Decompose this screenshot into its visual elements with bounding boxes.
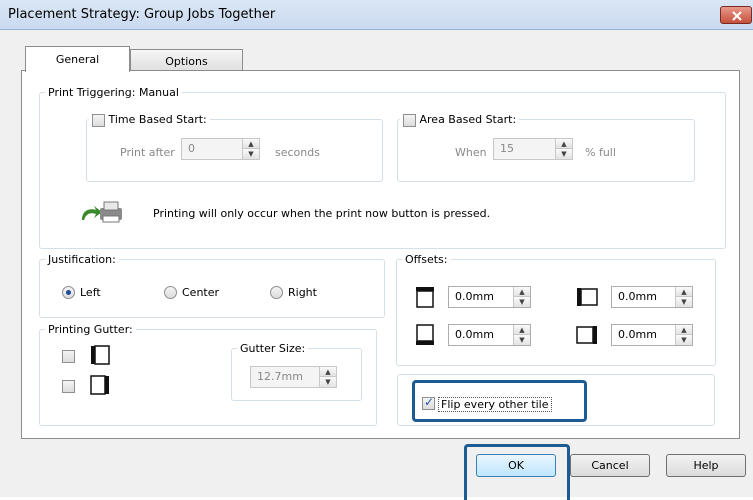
gutter-size-value: 12.7mm: [257, 370, 303, 383]
offsets-legend: Offsets:: [405, 253, 448, 266]
stepper-up-button[interactable]: ▲: [514, 287, 530, 297]
printing-gutter-legend: Printing Gutter:: [48, 323, 133, 336]
close-button[interactable]: [720, 6, 752, 24]
stepper-down-button[interactable]: ▼: [514, 335, 530, 345]
time-based-checkbox[interactable]: [92, 113, 105, 127]
when-label: When: [455, 146, 487, 159]
offset-left-stepper[interactable]: 0.0mm ▲ ▼: [611, 286, 693, 308]
stepper-buttons: ▲ ▼: [242, 139, 259, 159]
tab-general[interactable]: General: [25, 46, 130, 72]
gutter-right-checkbox[interactable]: [62, 380, 75, 393]
help-button[interactable]: Help: [666, 454, 746, 477]
justify-center-label: Center: [182, 286, 220, 299]
offset-right-stepper[interactable]: 0.0mm ▲ ▼: [611, 324, 693, 346]
offsets-group: Offsets:: [396, 253, 716, 366]
justify-right-label: Right: [288, 286, 317, 299]
area-percent-value: 15: [500, 142, 514, 155]
ok-button[interactable]: OK: [476, 454, 556, 477]
offset-right-value: 0.0mm: [618, 328, 657, 341]
gutter-left-icon: [91, 345, 110, 365]
stepper-down-button[interactable]: ▼: [243, 149, 259, 159]
gutter-right-icon: [90, 375, 109, 395]
stepper-up-button[interactable]: ▲: [320, 367, 336, 377]
area-percent-stepper[interactable]: 15 ▲ ▼: [493, 138, 573, 160]
justify-left-radio[interactable]: [62, 286, 75, 299]
stepper-buttons: ▲ ▼: [513, 287, 530, 307]
print-after-label: Print after: [120, 146, 175, 159]
print-after-stepper[interactable]: 0 ▲ ▼: [181, 138, 260, 160]
close-icon: [732, 11, 742, 21]
justification-legend: Justification:: [48, 253, 116, 266]
stepper-buttons: ▲ ▼: [513, 325, 530, 345]
stepper-up-button[interactable]: ▲: [556, 139, 572, 149]
gutter-size-legend: Gutter Size:: [240, 342, 306, 355]
flip-checkbox[interactable]: [422, 395, 435, 410]
offset-bottom-value: 0.0mm: [455, 328, 494, 341]
offset-left-icon: [577, 288, 598, 306]
justify-center-radio[interactable]: [164, 286, 177, 299]
offset-bottom-icon: [416, 324, 434, 345]
offset-top-icon: [416, 287, 434, 308]
offset-bottom-stepper[interactable]: 0.0mm ▲ ▼: [448, 324, 531, 346]
dialog-window: Placement Strategy: Group Jobs Together …: [0, 0, 753, 500]
window-title: Placement Strategy: Group Jobs Together: [8, 7, 276, 22]
time-based-label: Time Based Start:: [108, 113, 207, 126]
stepper-down-button[interactable]: ▼: [676, 335, 692, 345]
print-triggering-legend: Print Triggering: Manual: [48, 86, 179, 99]
stepper-up-button[interactable]: ▲: [243, 139, 259, 149]
cancel-button[interactable]: Cancel: [570, 454, 650, 477]
stepper-buttons: ▲ ▼: [555, 139, 572, 159]
stepper-buttons: ▲ ▼: [675, 325, 692, 345]
gutter-size-stepper[interactable]: 12.7mm ▲ ▼: [250, 366, 337, 388]
offset-left-value: 0.0mm: [618, 290, 657, 303]
stepper-down-button[interactable]: ▼: [556, 149, 572, 159]
area-based-checkbox[interactable]: [403, 113, 416, 127]
stepper-buttons: ▲ ▼: [319, 367, 336, 387]
offset-right-icon: [576, 326, 597, 344]
stepper-up-button[interactable]: ▲: [676, 325, 692, 335]
tab-label: General: [55, 53, 100, 66]
justify-right-radio[interactable]: [270, 286, 283, 299]
tab-label: Options: [165, 55, 208, 68]
stepper-buttons: ▲ ▼: [675, 287, 692, 307]
print-now-icon: [82, 201, 122, 223]
gutter-left-checkbox[interactable]: [62, 350, 75, 363]
title-bar: Placement Strategy: Group Jobs Together: [0, 0, 753, 30]
stepper-down-button[interactable]: ▼: [320, 377, 336, 387]
print-after-value: 0: [188, 142, 195, 155]
stepper-down-button[interactable]: ▼: [514, 297, 530, 307]
seconds-unit: seconds: [275, 146, 320, 159]
percent-full-unit: % full: [585, 146, 616, 159]
help-button-label: Help: [693, 459, 719, 472]
stepper-up-button[interactable]: ▲: [514, 325, 530, 335]
ok-button-label: OK: [508, 459, 524, 472]
stepper-up-button[interactable]: ▲: [676, 287, 692, 297]
offset-top-stepper[interactable]: 0.0mm ▲ ▼: [448, 286, 531, 308]
area-based-label: Area Based Start:: [419, 113, 517, 126]
offset-top-value: 0.0mm: [455, 290, 494, 303]
stepper-down-button[interactable]: ▼: [676, 297, 692, 307]
cancel-button-label: Cancel: [591, 459, 629, 472]
flip-label[interactable]: Flip every other tile: [438, 397, 552, 412]
justify-left-label: Left: [80, 286, 101, 299]
print-now-message: Printing will only occur when the print …: [153, 207, 491, 220]
